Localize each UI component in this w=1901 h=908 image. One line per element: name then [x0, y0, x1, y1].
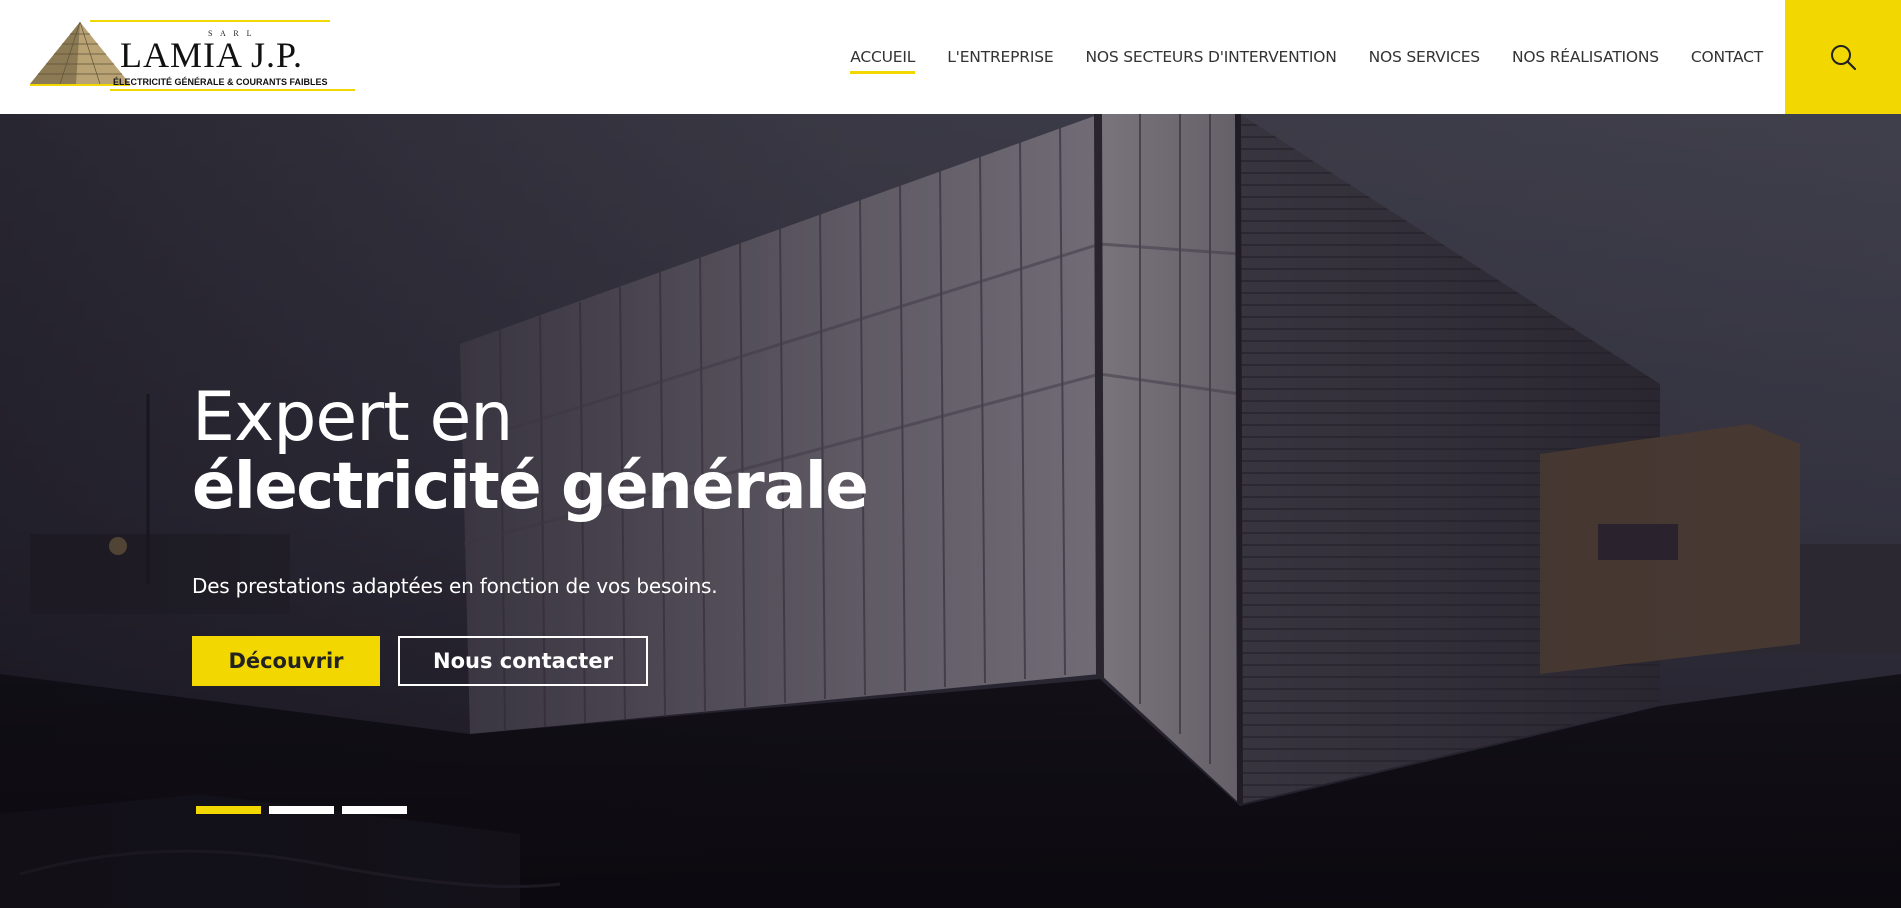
- nav-item-contact[interactable]: CONTACT: [1691, 38, 1763, 76]
- logo-tagline: ÉLECTRICITÉ GÉNÉRALE & COURANTS FAIBLES: [113, 77, 328, 87]
- slide-indicator-1[interactable]: [196, 806, 261, 814]
- slide-indicator-3[interactable]: [342, 806, 407, 814]
- hero-subtitle: Des prestations adaptées en fonction de …: [192, 574, 718, 598]
- slide-indicator-2[interactable]: [269, 806, 334, 814]
- logo-accent-line: [90, 20, 330, 22]
- nav-item-realisations[interactable]: NOS RÉALISATIONS: [1512, 38, 1659, 76]
- nav-item-services[interactable]: NOS SERVICES: [1369, 38, 1481, 76]
- site-logo[interactable]: S A R L LAMIA J.P. ÉLECTRICITÉ GÉNÉRALE …: [30, 18, 355, 94]
- hero-title-line2: électricité générale: [192, 450, 869, 524]
- slider-pagination: [196, 806, 415, 814]
- site-header: S A R L LAMIA J.P. ÉLECTRICITÉ GÉNÉRALE …: [0, 0, 1901, 114]
- discover-button[interactable]: Découvrir: [192, 636, 380, 686]
- search-button[interactable]: [1785, 0, 1901, 114]
- hero-buttons: Découvrir Nous contacter: [192, 636, 867, 686]
- hero-content: Expert en électricité générale Des prest…: [192, 378, 869, 686]
- logo-accent-line: [110, 89, 355, 91]
- main-nav: ACCUEIL L'ENTREPRISE NOS SECTEURS D'INTE…: [818, 0, 1763, 114]
- nav-item-entreprise[interactable]: L'ENTREPRISE: [947, 38, 1053, 76]
- contact-button[interactable]: Nous contacter: [398, 636, 648, 686]
- search-icon: [1831, 45, 1857, 71]
- hero-title-line1: Expert en: [192, 378, 513, 457]
- hero-slider: Expert en électricité générale Des prest…: [0, 114, 1901, 908]
- logo-name: LAMIA J.P.: [120, 35, 304, 75]
- nav-item-secteurs[interactable]: NOS SECTEURS D'INTERVENTION: [1085, 38, 1336, 76]
- nav-item-accueil[interactable]: ACCUEIL: [850, 38, 915, 76]
